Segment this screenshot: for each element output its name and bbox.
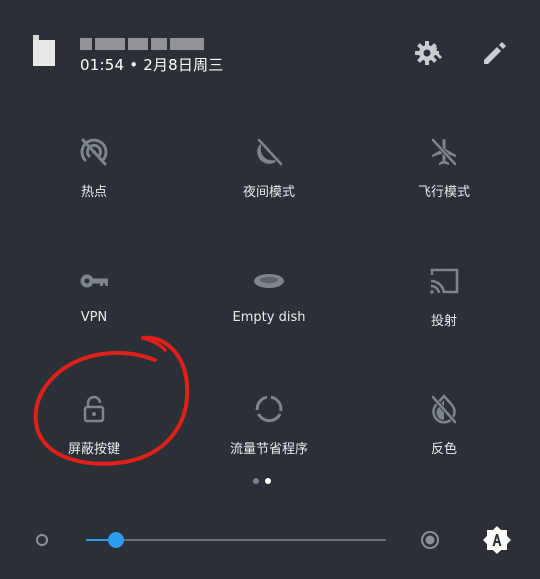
cast-icon (430, 268, 459, 294)
brightness-high-icon (421, 531, 439, 549)
tile-airplane-mode[interactable]: 飞行模式 (354, 135, 534, 245)
brightness-slider[interactable] (86, 532, 386, 548)
tile-night-mode[interactable]: 夜间模式 (179, 135, 359, 245)
page-indicator (253, 478, 283, 486)
status-header: 01:54 • 2月8日周三 (0, 0, 540, 100)
tile-label: 反色 (430, 442, 457, 457)
tile-label: Empty dish (232, 310, 306, 325)
night-mode-off-icon (257, 138, 283, 166)
data-saver-icon (255, 395, 283, 423)
auto-brightness-icon[interactable] (482, 525, 512, 555)
tile-invert-colors[interactable]: 反色 (354, 392, 534, 502)
settings-icon[interactable] (414, 38, 444, 68)
tile-cast[interactable]: 投射 (354, 264, 534, 374)
tile-vpn[interactable]: VPN (4, 264, 184, 374)
tile-label: 屏蔽按键 (67, 442, 120, 457)
tile-label: 流量节省程序 (229, 442, 308, 457)
tile-block-keys[interactable]: 屏蔽按键 (4, 392, 184, 502)
tile-label: 飞行模式 (417, 185, 470, 200)
tile-label: VPN (80, 310, 108, 325)
edit-icon[interactable] (479, 38, 509, 68)
page-dot[interactable] (253, 478, 259, 484)
hotspot-off-icon (80, 138, 108, 166)
avatar[interactable] (33, 40, 55, 66)
invert-colors-off-icon (431, 394, 457, 424)
tile-label: 热点 (80, 185, 107, 200)
brightness-slider-thumb[interactable] (108, 532, 124, 548)
blurred-carrier-text (80, 33, 210, 50)
tile-label: 投射 (430, 314, 457, 329)
date-time[interactable]: 01:54 • 2月8日周三 (80, 54, 224, 75)
tile-empty-dish[interactable]: Empty dish (179, 264, 359, 374)
page-dot-active[interactable] (265, 478, 271, 484)
dish-icon (254, 274, 284, 288)
vpn-key-icon (80, 274, 108, 288)
airplane-mode-off-icon (431, 138, 457, 166)
tile-hotspot[interactable]: 热点 (4, 135, 184, 245)
tile-label: 夜间模式 (242, 185, 295, 200)
lock-open-icon (83, 395, 105, 423)
brightness-low-icon (36, 534, 48, 546)
